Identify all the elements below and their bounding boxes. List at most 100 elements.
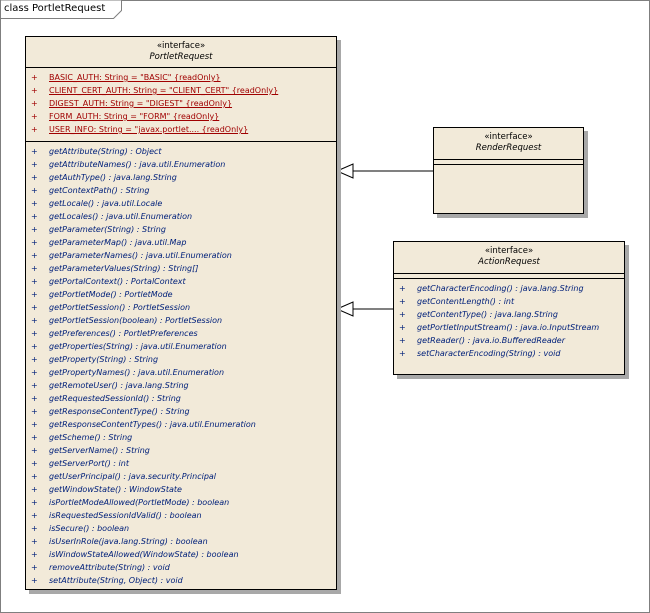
visibility-marker: + (31, 264, 38, 273)
visibility-marker: + (31, 73, 38, 82)
operation-row[interactable]: + getServerName() : String (29, 444, 336, 457)
visibility-marker: + (31, 446, 38, 455)
visibility-marker: + (31, 550, 38, 559)
operation-text: getWindowState() : WindowState (49, 485, 182, 494)
operation-text: setCharacterEncoding(String) : void (417, 349, 561, 358)
operation-row[interactable]: + getResponseContentType() : String (29, 405, 336, 418)
operation-row[interactable]: + getPortletInputStream() : java.io.Input… (397, 321, 624, 334)
visibility-marker: + (31, 303, 38, 312)
operation-text: getCharacterEncoding() : java.lang.Strin… (417, 284, 584, 293)
visibility-marker: + (399, 349, 406, 358)
operation-row[interactable]: + getContentLength() : int (397, 295, 624, 308)
operations-compartment: + getAttribute(String) : Object + getAttrib… (26, 142, 336, 589)
visibility-marker: + (399, 310, 406, 319)
operation-text: getLocales() : java.util.Enumeration (49, 212, 193, 221)
operation-row[interactable]: + getContextPath() : String (29, 184, 336, 197)
operation-text: getUserPrincipal() : java.security.Princ… (49, 472, 217, 481)
operation-row[interactable]: + getRemoteUser() : java.lang.String (29, 379, 336, 392)
operation-text: getReader() : java.io.BufferedReader (417, 336, 566, 345)
operation-row[interactable]: + getCharacterEncoding() : java.lang.Stri… (397, 282, 624, 295)
visibility-marker: + (31, 112, 38, 121)
operation-text: getContentLength() : int (417, 297, 515, 306)
operation-row[interactable]: + setCharacterEncoding(String) : void (397, 347, 624, 360)
operation-row[interactable]: + getParameterValues(String) : String[] (29, 262, 336, 275)
visibility-marker: + (31, 173, 38, 182)
visibility-marker: + (399, 323, 406, 332)
operation-text: isPortletModeAllowed(PortletMode) : bool… (49, 498, 230, 507)
attribute-row[interactable]: + BASIC_AUTH: String = "BASIC" {readOnly} (29, 71, 336, 84)
operation-row[interactable]: + getPortletMode() : PortletMode (29, 288, 336, 301)
operation-text: getContextPath() : String (49, 186, 150, 195)
operation-row[interactable]: + getServerPort() : int (29, 457, 336, 470)
visibility-marker: + (31, 251, 38, 260)
operation-row[interactable]: + isWindowStateAllowed(WindowState) : boo… (29, 548, 336, 561)
attribute-row[interactable]: + CLIENT_CERT_AUTH: String = "CLIENT_CERT… (29, 84, 336, 97)
class-portlet-request[interactable]: «interface» PortletRequest + BASIC_AUTH: … (25, 36, 337, 590)
operation-text: getServerPort() : int (49, 459, 129, 468)
operation-row[interactable]: + getProperty(String) : String (29, 353, 336, 366)
operation-row[interactable]: + getParameter(String) : String (29, 223, 336, 236)
operation-row[interactable]: + getParameterMap() : java.util.Map (29, 236, 336, 249)
visibility-marker: + (31, 368, 38, 377)
operation-row[interactable]: + getResponseContentTypes() : java.util.E… (29, 418, 336, 431)
attribute-row[interactable]: + DIGEST_AUTH: String = "DIGEST" {readOnl… (29, 97, 336, 110)
operation-row[interactable]: + getUserPrincipal() : java.security.Prin… (29, 470, 336, 483)
operation-row[interactable]: + setAttribute(String, Object) : void (29, 574, 336, 587)
stereotype-label: «interface» (156, 41, 206, 51)
visibility-marker: + (31, 199, 38, 208)
operation-row[interactable]: + getRequestedSessionId() : String (29, 392, 336, 405)
class-render-request[interactable]: «interface» RenderRequest (433, 127, 584, 214)
operation-row[interactable]: + getProperties(String) : java.util.Enume… (29, 340, 336, 353)
visibility-marker: + (31, 342, 38, 351)
visibility-marker: + (31, 420, 38, 429)
visibility-marker: + (31, 316, 38, 325)
visibility-marker: + (31, 407, 38, 416)
operation-row[interactable]: + isUserInRole(java.lang.String) : boolea… (29, 535, 336, 548)
operation-text: getPropertyNames() : java.util.Enumerati… (49, 368, 225, 377)
visibility-marker: + (31, 86, 38, 95)
operation-text: getScheme() : String (49, 433, 133, 442)
operation-row[interactable]: + getWindowState() : WindowState (29, 483, 336, 496)
attribute-row[interactable]: + FORM_AUTH: String = "FORM" {readOnly} (29, 110, 336, 123)
operation-row[interactable]: + isRequestedSessionIdValid() : boolean (29, 509, 336, 522)
class-header: «interface» ActionRequest (394, 242, 624, 273)
operation-row[interactable]: + getAuthType() : java.lang.String (29, 171, 336, 184)
operation-row[interactable]: + getPreferences() : PortletPreferences (29, 327, 336, 340)
operation-row[interactable]: + getContentType() : java.lang.String (397, 308, 624, 321)
operation-row[interactable]: + getPortletSession() : PortletSession (29, 301, 336, 314)
visibility-marker: + (399, 284, 406, 293)
operation-row[interactable]: + getPortletSession(boolean) : PortletSes… (29, 314, 336, 327)
operation-row[interactable]: + getPortalContext() : PortalContext (29, 275, 336, 288)
operations-compartment: + getCharacterEncoding() : java.lang.Stri… (394, 279, 624, 362)
operation-row[interactable]: + getReader() : java.io.BufferedReader (397, 334, 624, 347)
class-action-request[interactable]: «interface» ActionRequest + getCharacterE… (393, 241, 625, 375)
visibility-marker: + (31, 329, 38, 338)
class-name: RenderRequest (475, 143, 542, 153)
visibility-marker: + (31, 160, 38, 169)
operation-row[interactable]: + getAttribute(String) : Object (29, 145, 336, 158)
operation-row[interactable]: + isSecure() : boolean (29, 522, 336, 535)
operation-text: getResponseContentTypes() : java.util.En… (49, 420, 256, 429)
operation-row[interactable]: + removeAttribute(String) : void (29, 561, 336, 574)
class-header: «interface» RenderRequest (434, 128, 583, 159)
operation-row[interactable]: + isPortletModeAllowed(PortletMode) : boo… (29, 496, 336, 509)
operation-text: getRemoteUser() : java.lang.String (49, 381, 189, 390)
generalization-arrowhead (335, 301, 354, 317)
operation-text: getParameterMap() : java.util.Map (49, 238, 187, 247)
operation-row[interactable]: + getLocale() : java.util.Locale (29, 197, 336, 210)
visibility-marker: + (31, 524, 38, 533)
operation-text: getContentType() : java.lang.String (417, 310, 558, 319)
operation-row[interactable]: + getScheme() : String (29, 431, 336, 444)
operation-text: setAttribute(String, Object) : void (49, 576, 183, 585)
generalization-arrowhead (335, 163, 354, 179)
attribute-row[interactable]: + USER_INFO: String = "javax.portlet.... … (29, 123, 336, 136)
attribute-text: BASIC_AUTH: String = "BASIC" {readOnly} (49, 73, 221, 82)
operation-text: getPreferences() : PortletPreferences (49, 329, 198, 338)
operation-row[interactable]: + getPropertyNames() : java.util.Enumerat… (29, 366, 336, 379)
operation-row[interactable]: + getParameterNames() : java.util.Enumera… (29, 249, 336, 262)
stereotype-label: «interface» (484, 132, 533, 142)
operation-row[interactable]: + getAttributeNames() : java.util.Enumera… (29, 158, 336, 171)
visibility-marker: + (31, 238, 38, 247)
visibility-marker: + (31, 186, 38, 195)
operation-row[interactable]: + getLocales() : java.util.Enumeration (29, 210, 336, 223)
